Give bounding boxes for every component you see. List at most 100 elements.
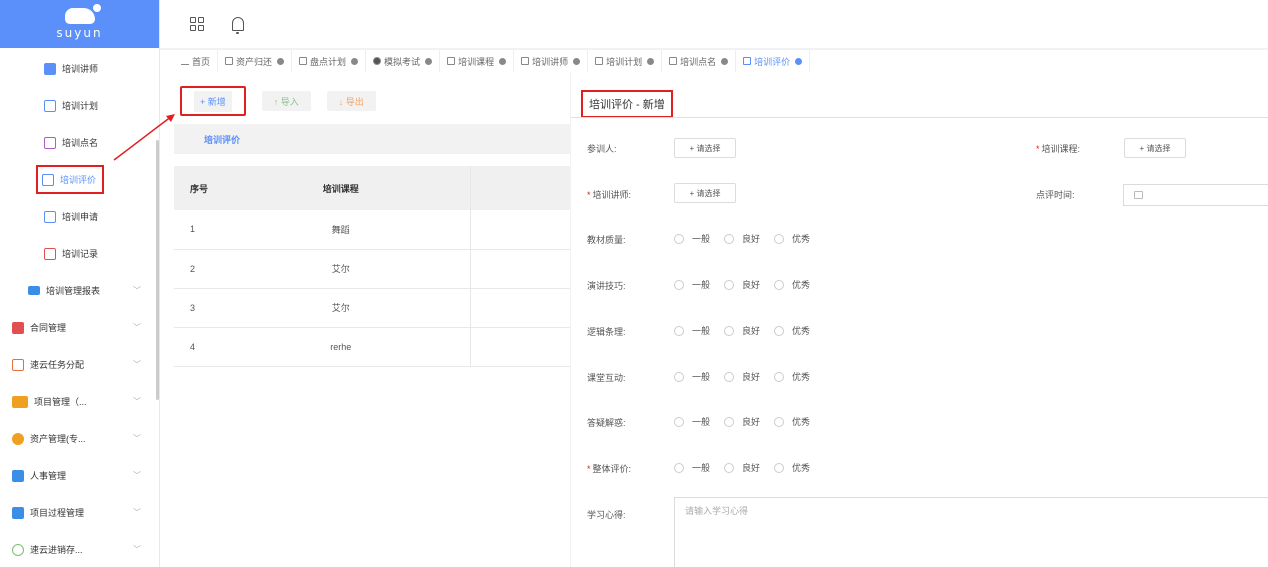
radio-circle	[774, 279, 785, 290]
radio-option[interactable]: 一般	[674, 232, 710, 245]
radio-option[interactable]: 一般	[674, 415, 710, 428]
close-icon[interactable]	[277, 57, 285, 65]
radio-circle	[724, 325, 735, 336]
radio-option[interactable]: 优秀	[774, 415, 810, 428]
evaluation-icon	[42, 173, 54, 186]
radio-option[interactable]: 优秀	[774, 370, 810, 383]
list-panel: + 新增 ↑ 导入 ↓ 导出 培训评价 序号 培训课程 1 舞蹈 2 艾尔 3 艾尔 …	[160, 72, 570, 567]
add-button-label: + 新增	[194, 90, 232, 112]
lecturer-select-button[interactable]: + 请选择	[674, 183, 736, 203]
sidebar-item-record[interactable]: 培训记录	[0, 235, 159, 272]
radio-option[interactable]: 良好	[724, 324, 760, 337]
radio-option[interactable]: 优秀	[774, 232, 810, 245]
course-label: * 培训课程:	[1036, 144, 1081, 154]
close-icon[interactable]	[573, 57, 581, 65]
cloud-logo-icon	[64, 4, 101, 24]
asset-icon	[12, 432, 24, 445]
sidebar-item-label: 资产管理(专...	[30, 434, 86, 444]
radio-option[interactable]: 优秀	[774, 461, 810, 474]
radio-option[interactable]: 良好	[724, 370, 760, 383]
participant-select-button[interactable]: + 请选择	[674, 138, 736, 158]
close-icon[interactable]	[425, 57, 433, 65]
sidebar-scrollbar[interactable]	[156, 140, 159, 400]
sidebar-item-label: 合同管理	[30, 323, 67, 333]
sidebar-item-label: 培训计划	[62, 101, 99, 111]
course-select-button[interactable]: + 请选择	[1124, 138, 1186, 158]
add-button[interactable]: + 新增	[180, 86, 246, 116]
sidebar-item-label: 项目管理（...	[34, 397, 87, 407]
sidebar-item-evaluation[interactable]: 培训评价	[0, 161, 159, 198]
sidebar-item-label: 人事管理	[30, 471, 67, 481]
radio-circle	[774, 371, 785, 382]
sidebar-group-training-report[interactable]: 培训管理报表 ﹀	[0, 272, 159, 309]
radio-option[interactable]: 良好	[724, 278, 760, 291]
sidebar-item-project[interactable]: 项目管理（... ﹀	[0, 383, 159, 420]
sidebar-item-asset[interactable]: 资产管理(专... ﹀	[0, 420, 159, 457]
radio-option[interactable]: 良好	[724, 415, 760, 428]
inventory-icon	[12, 543, 24, 556]
chevron-down-icon: ﹀	[133, 360, 141, 369]
apps-grid-icon[interactable]	[190, 17, 204, 31]
chevron-down-icon: ﹀	[133, 471, 141, 480]
sidebar-item-contract[interactable]: 合同管理 ﹀	[0, 309, 159, 346]
import-button[interactable]: ↑ 导入	[261, 91, 311, 111]
radio-option[interactable]: 一般	[674, 461, 710, 474]
close-icon[interactable]	[499, 57, 507, 65]
radio-option[interactable]: 一般	[674, 278, 710, 291]
tab-inventory-plan[interactable]: 盘点计划	[292, 50, 367, 72]
close-icon[interactable]	[351, 57, 359, 65]
radio-option[interactable]: 一般	[674, 370, 710, 383]
table-row[interactable]: 1 舞蹈	[174, 210, 570, 250]
tab-home[interactable]: 首页	[174, 50, 219, 72]
review-time-picker[interactable]	[1123, 184, 1268, 206]
radio-circle	[774, 462, 785, 473]
radio-option[interactable]: 良好	[724, 461, 760, 474]
table-row[interactable]: 2 艾尔	[174, 249, 570, 289]
notes-textarea[interactable]	[674, 497, 1268, 567]
chevron-down-icon: ﹀	[133, 545, 141, 554]
radio-circle	[774, 233, 785, 244]
tab-mock-exam[interactable]: 模拟考试	[366, 50, 441, 72]
tab-lecturer[interactable]: 培训讲师	[514, 50, 589, 72]
export-button[interactable]: ↓ 导出	[326, 91, 376, 111]
sidebar-item-apply[interactable]: 培训申请	[0, 198, 159, 235]
sidebar-item-label: 项目过程管理	[30, 508, 85, 518]
close-icon[interactable]	[795, 57, 803, 65]
tab-plan[interactable]: 培训计划	[588, 50, 663, 72]
row-extra	[469, 249, 570, 289]
logo[interactable]: suyun	[0, 0, 159, 48]
table-row[interactable]: 4 rerhe	[174, 327, 570, 367]
tab-rollcall[interactable]: 培训点名	[662, 50, 737, 72]
tab-course[interactable]: 培训课程	[440, 50, 515, 72]
sidebar-item-inventory[interactable]: 速云进销存... ﹀	[0, 531, 159, 567]
sidebar-item-label: 速云任务分配	[30, 360, 85, 370]
close-icon[interactable]	[721, 57, 729, 65]
sidebar-item-teacher[interactable]: 培训讲师	[0, 50, 159, 87]
radio-circle	[674, 325, 684, 336]
apply-icon	[44, 210, 56, 223]
radio-option[interactable]: 优秀	[774, 324, 810, 337]
sidebar-item-task[interactable]: 速云任务分配 ﹀	[0, 346, 159, 383]
tab-label: 盘点计划	[310, 56, 347, 67]
close-icon[interactable]	[647, 57, 655, 65]
radio-option[interactable]: 优秀	[774, 278, 810, 291]
exam-icon	[373, 57, 382, 65]
radio-option[interactable]: 一般	[674, 324, 710, 337]
bell-icon[interactable]	[232, 17, 244, 34]
column-header[interactable]: 序号	[174, 166, 212, 210]
sidebar-item-hr[interactable]: 人事管理 ﹀	[0, 457, 159, 494]
column-header-extra	[469, 166, 570, 210]
divider	[571, 117, 1268, 118]
tab-label: 培训评价	[754, 56, 791, 67]
sidebar-item-label: 培训管理报表	[46, 286, 101, 296]
radio-option[interactable]: 良好	[724, 232, 760, 245]
radio-circle	[724, 371, 735, 382]
sidebar-item-process[interactable]: 项目过程管理 ﹀	[0, 494, 159, 531]
table-row[interactable]: 3 艾尔	[174, 288, 570, 328]
tab-evaluation[interactable]: 培训评价	[736, 50, 811, 72]
tab-label: 资产归还	[236, 56, 273, 67]
tab-asset-return[interactable]: 资产归还	[218, 50, 293, 72]
notes-label: 学习心得:	[587, 510, 626, 520]
doc-icon	[225, 57, 234, 65]
column-header[interactable]: 培训课程	[212, 166, 470, 210]
